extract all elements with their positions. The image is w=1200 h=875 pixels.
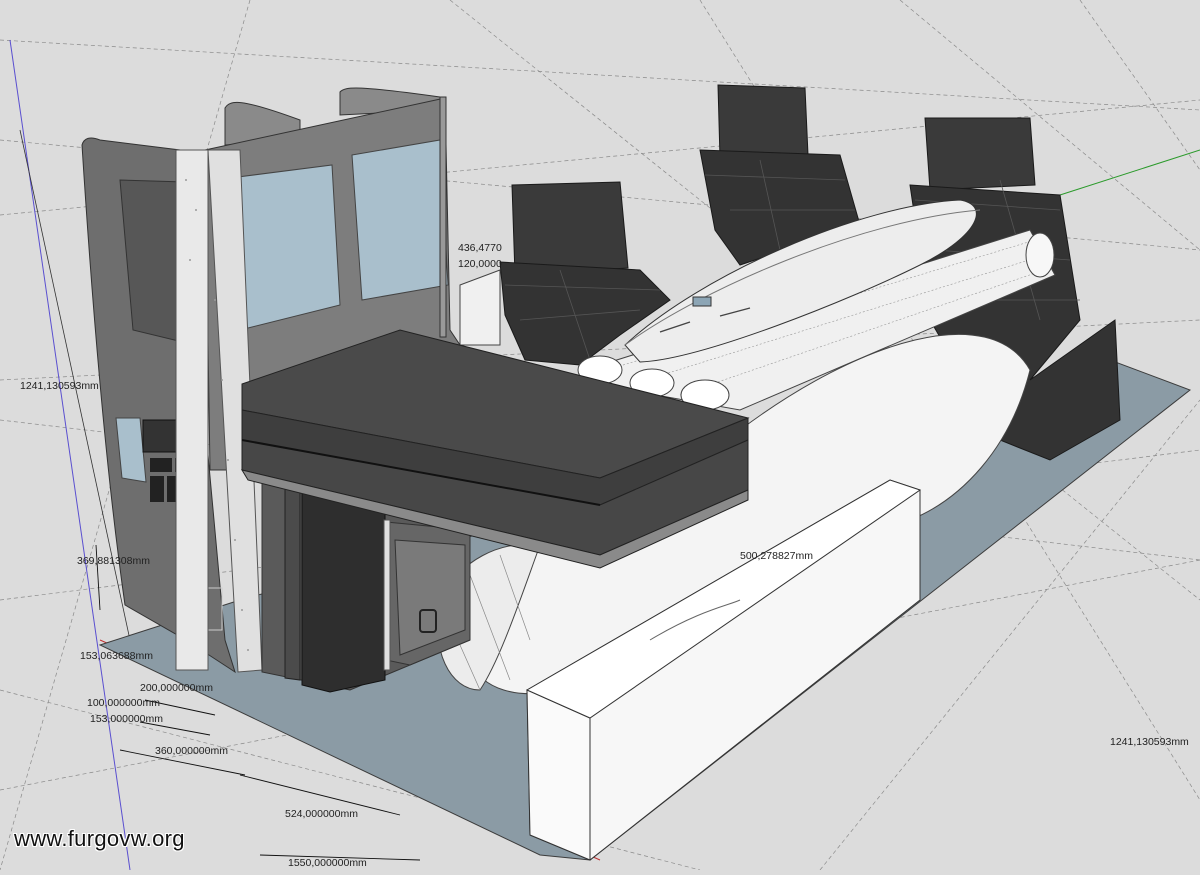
dimension-label: 153,063688mm: [80, 650, 153, 662]
dimension-label: 436,4770: [458, 242, 502, 254]
model-canvas[interactable]: [0, 0, 1200, 871]
dimension-label: 1241,130593mm: [1110, 736, 1189, 748]
dimension-label: 1241,130593mm: [20, 380, 99, 392]
dimension-label: 500,278827mm: [740, 550, 813, 562]
3d-viewport[interactable]: 1241,130593mm 369,881308mm 153,063688mm …: [0, 0, 1200, 871]
green-axis: [1059, 149, 1200, 196]
dimension-label: 360,000000mm: [155, 745, 228, 757]
site-watermark: www.furgovw.org: [14, 826, 185, 851]
dimension-label: 100,000000mm: [87, 697, 160, 709]
dimension-label: 1550,000000mm: [288, 857, 367, 869]
rear-door-panel[interactable]: [81, 137, 263, 674]
dimension-label: 524,000000mm: [285, 808, 358, 820]
dimension-label: 200,000000mm: [140, 682, 213, 694]
dimension-label: 153,000000mm: [90, 713, 163, 725]
dimension-label: 369,881308mm: [77, 555, 150, 567]
dimension-label: 120,0000: [458, 258, 502, 270]
